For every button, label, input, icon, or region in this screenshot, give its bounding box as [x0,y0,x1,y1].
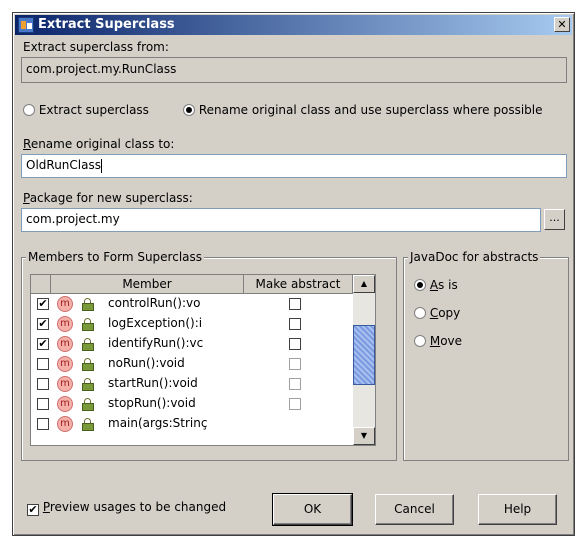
extract-superclass-dialog: Extract Superclass ✕ Extract superclass … [12,12,575,536]
scroll-down-icon[interactable]: ▼ [353,427,375,445]
javadoc-option-copy[interactable]: Copy [414,306,460,320]
table-row[interactable]: ✔ m logException():i [31,314,353,334]
member-checkbox[interactable] [37,418,49,430]
member-checkbox[interactable] [37,358,49,370]
member-name: main(args:Strinç [108,416,208,430]
app-icon [18,17,34,33]
member-name: logException():i [108,316,203,330]
members-group-title: Members to Form Superclass [26,250,205,264]
member-checkbox[interactable]: ✔ [37,338,49,350]
table-row[interactable]: m main(args:Strinç [31,414,353,434]
member-checkbox[interactable] [37,378,49,390]
mode-option-rename[interactable]: Rename original class and use superclass… [183,103,543,117]
header-make-abstract[interactable]: Make abstract [244,275,353,294]
preview-usages-option[interactable]: ✔ Preview usages to be changed [27,500,226,516]
members-table-header: Member Make abstract [31,275,353,294]
method-icon: m [57,316,73,332]
copy-mnemonic: C [429,306,439,320]
move-label: ove [440,334,463,348]
table-row[interactable]: m noRun():void [31,354,353,374]
make-abstract-checkbox[interactable] [289,338,301,350]
make-abstract-checkbox[interactable] [289,318,301,330]
rename-original-label: Rename original class and use superclass… [198,103,543,117]
static-method-icon: m [57,416,73,432]
preview-usages-label: review usages to be changed [49,500,227,514]
scroll-thumb[interactable] [353,325,375,385]
lock-icon [82,358,94,371]
browse-package-button[interactable]: ... [544,209,565,230]
make-abstract-checkbox[interactable] [289,298,301,310]
title-bar[interactable]: Extract Superclass ✕ [15,15,572,35]
package-label-text: ackage for new superclass: [29,191,193,205]
table-row[interactable]: ✔ m identifyRun():vc [31,334,353,354]
member-checkbox[interactable]: ✔ [37,298,49,310]
move-mnemonic: M [429,334,441,348]
method-icon: m [57,336,73,352]
member-name: startRun():void [108,376,198,390]
method-icon: m [57,356,73,372]
preview-usages-checkbox[interactable]: ✔ [27,504,39,516]
copy-radio[interactable] [414,307,426,319]
method-icon: m [57,376,73,392]
package-label-mnemonic: P [23,191,30,205]
window-title: Extract Superclass [38,17,175,32]
as-is-label: s is [438,278,458,292]
extract-from-field: com.project.my.RunClass [21,57,567,83]
as-is-mnemonic: A [429,278,439,292]
members-table[interactable]: Member Make abstract ✔ m controlRun():vo… [30,274,376,446]
javadoc-option-as-is[interactable]: As is [414,278,458,292]
move-radio[interactable] [414,335,426,347]
header-member[interactable]: Member [51,275,244,294]
package-value: com.project.my [26,212,120,226]
lock-icon [82,398,94,411]
rename-label-text: ename original class to: [30,137,175,151]
rename-original-radio[interactable] [183,104,195,116]
table-row[interactable]: ✔ m controlRun():vo [31,294,353,314]
ok-button[interactable]: OK [272,493,353,526]
preview-mnemonic: P [42,500,50,514]
method-icon: m [57,296,73,312]
make-abstract-checkbox[interactable] [289,358,301,370]
extract-superclass-label: Extract superclass [38,103,149,117]
javadoc-group: JavaDoc for abstracts As is Copy Move [403,250,569,461]
lock-icon [82,338,94,351]
rename-label-mnemonic: R [23,137,31,151]
package-input[interactable]: com.project.my [21,208,541,232]
member-name: stopRun():void [108,396,196,410]
table-row[interactable]: m startRun():void [31,374,353,394]
make-abstract-checkbox[interactable] [289,398,301,410]
extract-superclass-radio[interactable] [23,104,35,116]
lock-icon [82,298,94,311]
lock-icon [82,418,94,431]
member-name: noRun():void [108,356,185,370]
member-name: controlRun():vo [108,296,201,310]
help-button[interactable]: Help [478,494,557,525]
member-checkbox[interactable]: ✔ [37,318,49,330]
members-scrollbar[interactable]: ▲ ▼ [353,275,375,445]
mode-option-extract[interactable]: Extract superclass [23,103,149,117]
package-label: Package for new superclass: [23,191,193,205]
rename-class-value: OldRunClass [26,158,101,172]
as-is-radio[interactable] [414,279,426,291]
lock-icon [82,378,94,391]
table-row[interactable]: m stopRun():void [31,394,353,414]
rename-class-input[interactable]: OldRunClass [21,154,567,178]
rename-label: Rename original class to: [23,137,174,151]
close-button[interactable]: ✕ [554,17,570,32]
lock-icon [82,318,94,331]
member-checkbox[interactable] [37,398,49,410]
make-abstract-checkbox[interactable] [289,378,301,390]
text-caret [100,158,102,173]
scroll-up-icon[interactable]: ▲ [353,275,375,293]
members-group: Members to Form Superclass Member Make a… [21,250,397,461]
method-icon: m [57,396,73,412]
javadoc-option-move[interactable]: Move [414,334,462,348]
copy-label: opy [438,306,461,320]
header-check-column [31,275,51,294]
cancel-button[interactable]: Cancel [375,494,454,525]
extract-from-label: Extract superclass from: [23,40,169,54]
javadoc-group-title: JavaDoc for abstracts [408,250,541,264]
member-name: identifyRun():vc [108,336,204,350]
